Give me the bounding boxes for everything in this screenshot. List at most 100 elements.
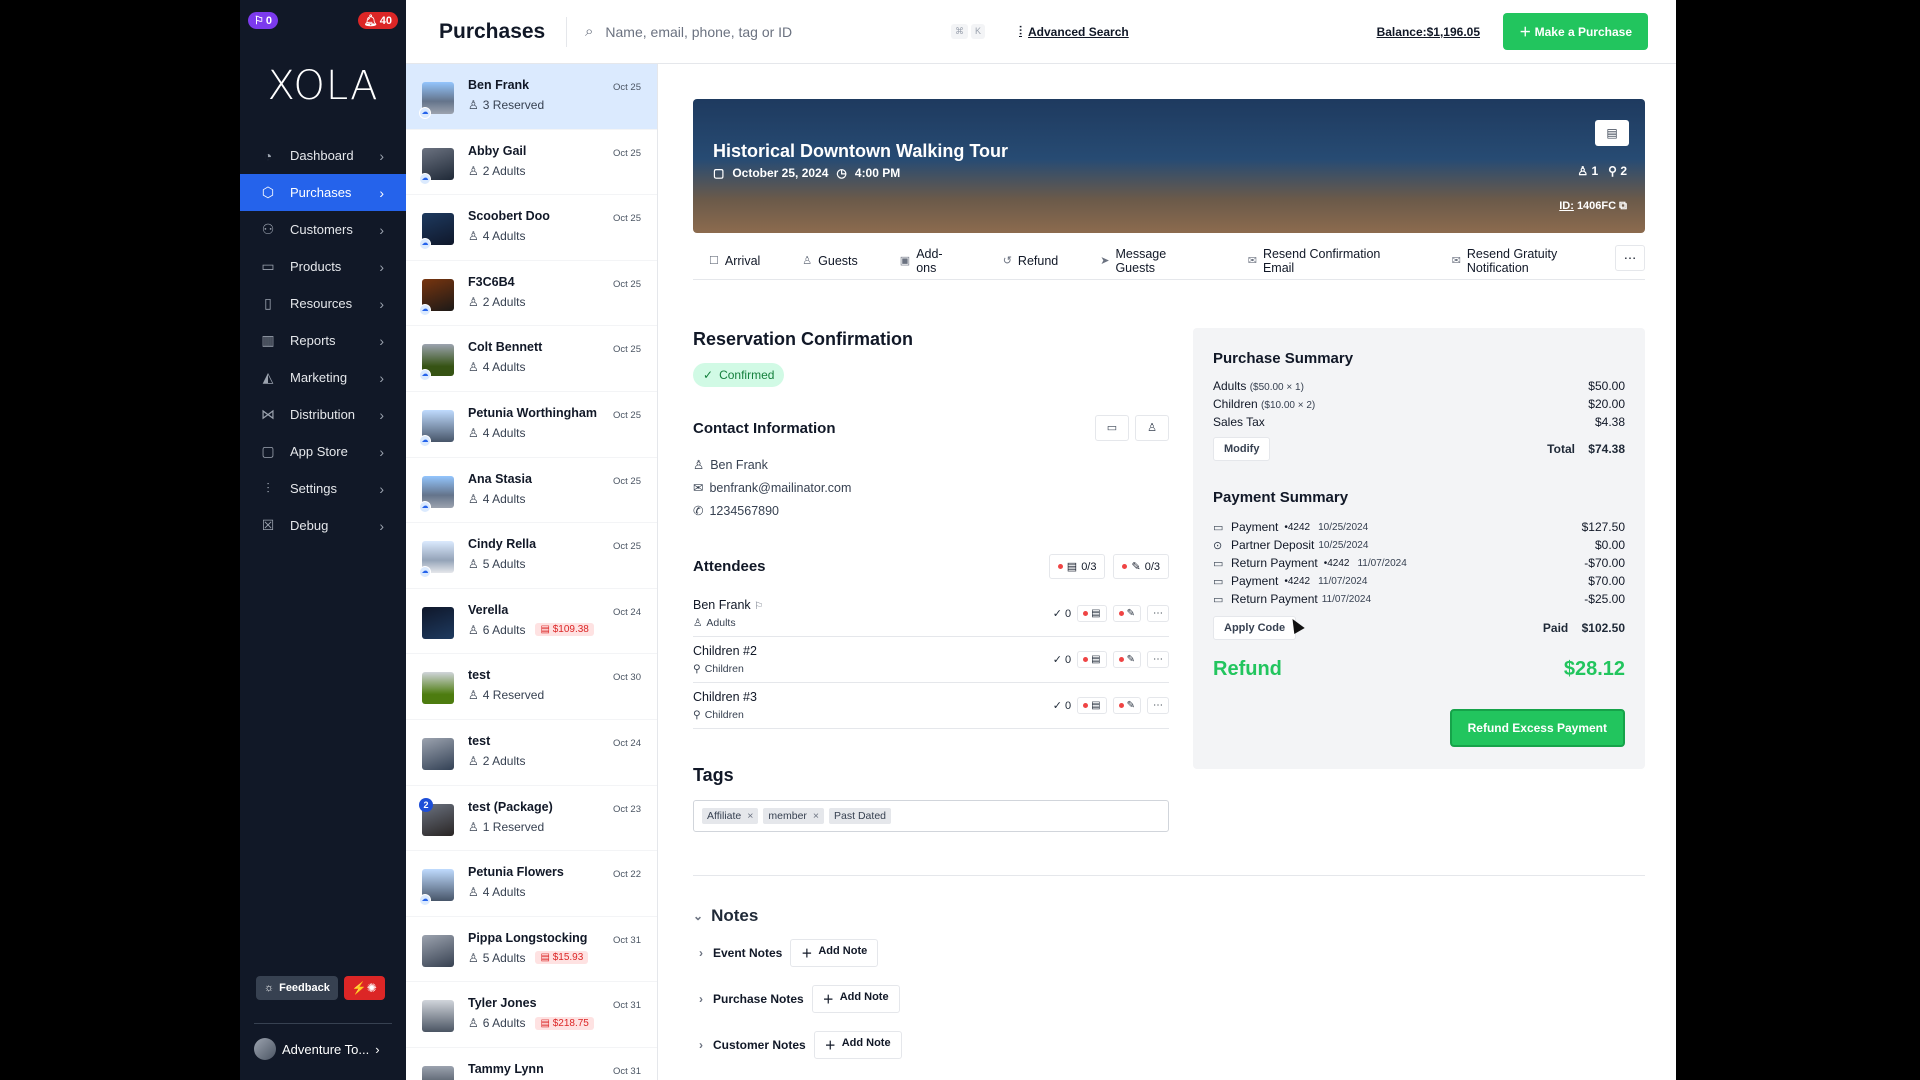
list-item[interactable]: test ♙ 4 Reserved Oct 30 bbox=[406, 654, 657, 720]
more-button[interactable]: ⋯ bbox=[1147, 605, 1169, 622]
list-item[interactable]: ☁ Ana Stasia ♙ 4 Adults Oct 25 bbox=[406, 458, 657, 524]
tab-guests[interactable]: ♙ Guests bbox=[802, 254, 857, 268]
purchase-guests: ♙ 4 Adults bbox=[468, 885, 643, 899]
list-item[interactable]: ☁ Petunia Flowers ♙ 4 Adults Oct 22 bbox=[406, 851, 657, 917]
tab-arrival[interactable]: ☐ Arrival bbox=[709, 254, 760, 268]
person-icon: ♙ bbox=[468, 163, 479, 178]
profile-button[interactable]: ♙ bbox=[1135, 415, 1169, 441]
list-item[interactable]: Verella ♙ 6 Adults ▤ $109.38 Oct 24 bbox=[406, 589, 657, 655]
more-button[interactable]: ⋯ bbox=[1147, 697, 1169, 714]
receipt-button[interactable]: ▤ bbox=[1595, 120, 1629, 146]
alert-badge[interactable]: 🔔︎ 40 bbox=[357, 12, 398, 29]
sidebar-item-app-store[interactable]: ▢ App Store › bbox=[240, 433, 406, 470]
close-icon[interactable]: × bbox=[747, 810, 753, 822]
list-item[interactable]: ☁ Colt Bennett ♙ 4 Adults Oct 25 bbox=[406, 326, 657, 392]
advanced-search-link[interactable]: ⫶ Advanced Search bbox=[1019, 24, 1129, 39]
line-detail: ($50.00 × 1) bbox=[1249, 382, 1304, 393]
close-icon[interactable]: × bbox=[813, 810, 819, 822]
contact-phone[interactable]: ✆ 1234567890 bbox=[693, 503, 1169, 519]
bug-report-button[interactable]: ⚡✺ bbox=[343, 976, 385, 1000]
sidebar-item-customers[interactable]: ⚇ Customers › bbox=[240, 211, 406, 248]
add-note-button[interactable]: ＋ Add Note bbox=[790, 939, 879, 967]
more-actions-button[interactable]: ⋯ bbox=[1615, 245, 1645, 271]
chevron-right-icon[interactable]: › bbox=[699, 946, 703, 960]
signature-button[interactable]: ✎ bbox=[1112, 651, 1141, 668]
add-note-button[interactable]: ＋ Add Note bbox=[813, 1031, 902, 1059]
list-item[interactable]: test ♙ 2 Adults Oct 24 bbox=[406, 720, 657, 786]
signature-button[interactable]: ✎ bbox=[1112, 697, 1141, 714]
account-switcher[interactable]: Adventure To... › bbox=[254, 1038, 380, 1060]
sidebar-item-distribution[interactable]: ⋈ Distribution › bbox=[240, 396, 406, 433]
check-in-toggle[interactable]: ✓ 0 bbox=[1053, 607, 1071, 620]
thumbnail: ☁ bbox=[419, 475, 454, 513]
tab-resend-gratuity[interactable]: ✉ Resend Gratuity Notification bbox=[1452, 247, 1617, 275]
contact-phone-value: 1234567890 bbox=[709, 503, 780, 518]
signature-counter[interactable]: ✎ 0/3 bbox=[1113, 554, 1169, 579]
list-item[interactable]: Pippa Longstocking ♙ 5 Adults ▤ $15.93 Oct 3… bbox=[406, 917, 657, 983]
waiver-counter[interactable]: ▤ 0/3 bbox=[1048, 554, 1106, 579]
sidebar-item-resources[interactable]: ▯ Resources › bbox=[240, 285, 406, 322]
thumbnail bbox=[422, 934, 454, 967]
tab-resend-confirmation[interactable]: ✉ Resend Confirmation Email bbox=[1248, 247, 1410, 275]
tab-label: Add-ons bbox=[916, 246, 943, 275]
list-item[interactable]: Tyler Jones ♙ 6 Adults ▤ $218.75 Oct 31 bbox=[406, 982, 657, 1048]
more-button[interactable]: ⋯ bbox=[1147, 651, 1169, 668]
sidebar-item-purchases[interactable]: ⬡ Purchases › bbox=[240, 174, 406, 211]
chevron-right-icon: › bbox=[379, 332, 384, 349]
chevron-right-icon[interactable]: › bbox=[699, 1038, 703, 1052]
attendee-type: ⚲ Children bbox=[693, 709, 757, 721]
waiver-button[interactable]: ▤ bbox=[1077, 697, 1107, 714]
list-item[interactable]: ☁ Petunia Worthingham ♙ 4 Adults Oct 25 bbox=[406, 392, 657, 458]
person-icon: ♙ bbox=[468, 425, 479, 440]
event-id[interactable]: ID: 1406FC ⧉ bbox=[1559, 200, 1627, 213]
sidebar-item-settings[interactable]: ⫶ Settings › bbox=[240, 470, 406, 507]
list-item[interactable]: ☁ Abby Gail ♙ 2 Adults Oct 25 bbox=[406, 130, 657, 196]
tab-refund[interactable]: ↺ Refund bbox=[1003, 254, 1059, 268]
list-item[interactable]: ☁ Cindy Rella ♙ 5 Adults Oct 25 bbox=[406, 523, 657, 589]
list-item[interactable]: 2 test (Package) ♙ 1 Reserved Oct 23 bbox=[406, 786, 657, 852]
contact-email[interactable]: ✉ benfrank@mailinator.com bbox=[693, 480, 1169, 496]
balance-link[interactable]: Balance:$1,196.05 bbox=[1377, 25, 1480, 39]
check-in-toggle[interactable]: ✓ 0 bbox=[1053, 699, 1071, 712]
signature-button[interactable]: ✎ bbox=[1112, 605, 1141, 622]
modify-button[interactable]: Modify bbox=[1213, 437, 1271, 461]
list-item[interactable]: ☁ Scoobert Doo ♙ 4 Adults Oct 25 bbox=[406, 195, 657, 261]
xola-logo[interactable]: XOLA bbox=[240, 63, 406, 109]
left-column: Reservation Confirmation ✓ Confirmed Cont… bbox=[693, 329, 1169, 832]
k-key-icon: K bbox=[970, 24, 985, 39]
sidebar-item-reports[interactable]: ▥ Reports › bbox=[240, 322, 406, 359]
contact-name-value: Ben Frank bbox=[710, 457, 768, 472]
check-in-toggle[interactable]: ✓ 0 bbox=[1053, 653, 1071, 666]
chevron-right-icon: › bbox=[379, 184, 384, 201]
search-input[interactable]: ⌕ Name, email, phone, tag or ID ⌘ K bbox=[585, 23, 985, 40]
tags-input[interactable]: Affiliate × member × Past Dated bbox=[693, 800, 1169, 832]
tab-message-guests[interactable]: ➤ Message Guests bbox=[1100, 247, 1205, 275]
list-item[interactable]: Tammy Lynn Oct 31 bbox=[406, 1048, 657, 1080]
notification-badge[interactable]: ⚐ 0 bbox=[248, 12, 278, 29]
chevron-right-icon[interactable]: › bbox=[699, 992, 703, 1006]
purchase-detail: Historical Downtown Walking Tour ▢ Octobe… bbox=[659, 64, 1676, 1080]
sidebar-item-dashboard[interactable]: ◔ Dashboard › bbox=[240, 137, 406, 174]
check-count: 0 bbox=[1065, 700, 1072, 712]
lightbulb-icon: ☼ bbox=[264, 982, 275, 994]
feedback-button[interactable]: ☼ Feedback bbox=[256, 976, 338, 1000]
tab-add-ons[interactable]: ▣ Add-ons bbox=[900, 247, 961, 275]
make-purchase-button[interactable]: ＋ Make a Purchase bbox=[1503, 13, 1648, 50]
list-item[interactable]: ☁ F3C6B4 ♙ 2 Adults Oct 25 bbox=[406, 261, 657, 327]
refund-excess-payment-button[interactable]: Refund Excess Payment bbox=[1449, 709, 1625, 747]
check-count: 0 bbox=[1065, 654, 1072, 666]
notes-toggle[interactable]: ⌄ Notes bbox=[693, 906, 902, 926]
apply-code-button[interactable]: Apply Code bbox=[1213, 616, 1297, 640]
add-note-button[interactable]: ＋ Add Note bbox=[811, 985, 900, 1013]
person-icon: ♙ bbox=[468, 688, 479, 703]
list-item[interactable]: ☁ Ben Frank ♙ 3 Reserved Oct 25 bbox=[406, 64, 657, 130]
purchase-guests: ♙ 5 Adults ▤ $15.93 bbox=[468, 951, 643, 965]
copy-icon[interactable]: ⧉ bbox=[1619, 200, 1627, 212]
waiver-button[interactable]: ▤ bbox=[1077, 651, 1107, 668]
payment-line: ▭ Payment •4242 10/25/2024 $127.50 bbox=[1213, 520, 1625, 534]
waiver-button[interactable]: ▤ bbox=[1077, 605, 1107, 622]
sidebar-item-marketing[interactable]: ◭ Marketing › bbox=[240, 359, 406, 396]
sidebar-item-products[interactable]: ▭ Products › bbox=[240, 248, 406, 285]
message-button[interactable]: ▭ bbox=[1095, 415, 1129, 441]
sidebar-item-debug[interactable]: ☒ Debug › bbox=[240, 507, 406, 544]
